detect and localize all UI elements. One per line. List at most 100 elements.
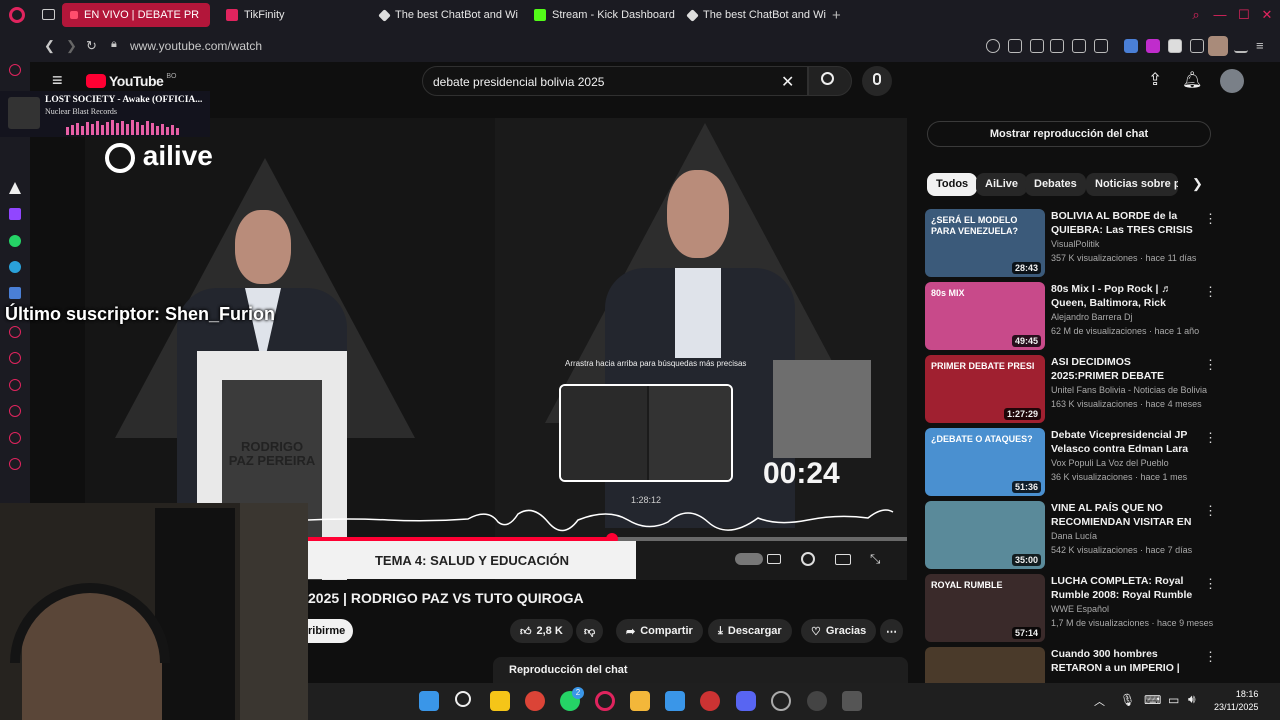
zoom-icon[interactable] [986,39,1000,53]
download-icon[interactable] [9,405,21,417]
tab-kick-dashboard[interactable]: Stream - Kick Dashboard [526,3,676,27]
chip-debates[interactable]: Debates [1025,173,1086,196]
recommendation-title[interactable]: BOLIVIA AL BORDE de la QUIEBRA: Las TRES… [1051,209,1197,237]
tab-youtube-live[interactable]: EN VIVO | DEBATE PR [62,3,210,27]
aria-icon[interactable] [9,182,21,194]
recommendation-title[interactable]: VINE AL PAÍS QUE NO RECOMIENDAN VISITAR … [1051,501,1197,529]
show-chat-replay-button[interactable]: Mostrar reproducción del chat [927,121,1211,147]
forward-icon[interactable]: ❯ [66,38,77,54]
search-icon[interactable] [455,691,471,707]
video-thumbnail[interactable]: 80s MIX 49:45 [925,282,1045,350]
channel-name[interactable]: Dana Lucía [1051,531,1097,541]
extension-icon[interactable] [1146,39,1160,53]
maximize-icon[interactable]: ☐ [1236,7,1252,23]
search-button[interactable] [808,66,852,96]
new-tab-button[interactable]: + [832,7,841,24]
back-icon[interactable]: ❮ [44,38,55,54]
extension-icon[interactable] [1124,39,1138,53]
app-icon[interactable] [771,691,791,711]
history-icon[interactable] [9,64,21,76]
more-options-icon[interactable]: ⋮ [1204,503,1217,519]
opera-icon[interactable] [595,691,615,711]
download-button[interactable]: ⤓ Descargar [708,619,792,643]
play-icon[interactable] [1072,39,1086,53]
more-options-icon[interactable]: ⋮ [1204,649,1217,665]
recommendation-item[interactable]: PRIMER DEBATE PRESI 1:27:29 ASI DECIDIMOS … [925,355,1217,423]
twitch-icon[interactable] [9,208,21,220]
extension-icon[interactable] [1168,39,1182,53]
recommendation-item[interactable]: 80s MIX 49:45 80s Mix I - Pop Rock | ♬ Que… [925,282,1217,350]
recommendation-title[interactable]: ASI DECIDIMOS 2025:PRIMER DEBATE PRESIDE… [1051,355,1197,383]
tab-tikfinity[interactable]: TikFinity [218,3,358,27]
network-icon[interactable]: ▭ [1168,693,1179,707]
whatsapp-icon[interactable] [9,235,21,247]
channel-name[interactable]: Unitel Fans Bolivia - Noticias de Bolivi… [1051,385,1207,395]
download-icon[interactable] [1234,39,1248,53]
upload-icon[interactable]: ⇪ [1148,70,1162,90]
account-avatar[interactable] [1220,69,1244,93]
minimize-icon[interactable]: — [1212,7,1228,23]
discord-icon[interactable] [736,691,756,711]
profile-avatar[interactable] [1208,36,1228,56]
more-options-icon[interactable]: ⋮ [1204,211,1217,227]
url-field[interactable]: www.youtube.com/watch [130,39,262,53]
hamburger-menu-icon[interactable]: ≡ [52,70,63,91]
settings-icon[interactable] [9,458,21,470]
extensions-icon[interactable] [1190,39,1204,53]
heart-icon[interactable] [1094,39,1108,53]
menu-icon[interactable]: ≡ [1256,38,1264,53]
video-thumbnail[interactable]: 35:00 [925,501,1045,569]
app-icon[interactable] [700,691,720,711]
recommendation-item[interactable]: ¿SERÁ EL MODELO PARA VENEZUELA? 28:43 BOLI… [925,209,1217,277]
adblock-icon[interactable] [1050,39,1064,53]
pinboard-icon[interactable] [9,352,21,364]
more-actions-button[interactable]: ⋯ [880,619,903,643]
video-thumbnail[interactable]: ¿DEBATE O ATAQUES? 51:36 [925,428,1045,496]
recommendation-item[interactable]: ROYAL RUMBLE 57:14 LUCHA COMPLETA: Royal R… [925,574,1217,642]
close-icon[interactable]: ✕ [1259,7,1275,23]
channel-name[interactable]: Vox Populi La Voz del Pueblo [1051,458,1169,468]
chip-noticias[interactable]: Noticias sobre po [1086,173,1178,196]
channel-name[interactable]: VisualPolitik [1051,239,1099,249]
snapshot-icon[interactable] [1030,39,1044,53]
recommendation-item[interactable]: ¿DEBATE O ATAQUES? 51:36 Debate Vicepresid… [925,428,1217,496]
share-button[interactable]: ➦ Compartir [616,619,703,643]
tab-workspace-icon[interactable] [42,9,55,20]
opera-logo-icon[interactable] [9,7,25,23]
pin-icon[interactable] [1008,39,1022,53]
recommendation-title[interactable]: 80s Mix I - Pop Rock | ♬ Queen, Baltimor… [1051,282,1197,310]
extensions-icon[interactable] [9,432,21,444]
app-icon[interactable] [842,691,862,711]
more-options-icon[interactable]: ⋮ [1204,357,1217,373]
like-button[interactable]: 👍︎ 2,8 K [510,619,573,643]
mic-tray-icon[interactable]: 🎙︎ [1120,693,1135,707]
more-options-icon[interactable]: ⋮ [1204,284,1217,300]
autoplay-toggle[interactable] [735,553,763,565]
player-icon[interactable] [9,326,21,338]
video-thumbnail[interactable]: ¿SERÁ EL MODELO PARA VENEZUELA? 28:43 [925,209,1045,277]
tab-chatbot-1[interactable]: The best ChatBot and Wi [372,3,518,27]
thanks-button[interactable]: ♡ Gracias [801,619,877,643]
obs-icon[interactable] [807,691,827,711]
youtube-logo[interactable]: YouTube BO [86,73,176,89]
reload-icon[interactable]: ↻ [86,38,97,54]
fullscreen-icon[interactable]: ⤡ [870,551,880,567]
file-explorer-icon[interactable] [630,691,650,711]
video-thumbnail[interactable]: PRIMER DEBATE PRESI 1:27:29 [925,355,1045,423]
voice-search-button[interactable] [862,66,892,96]
dislike-button[interactable]: 👎︎ [576,619,604,643]
chip-ailive[interactable]: AiLive [976,173,1028,196]
tray-chevron-icon[interactable]: ︿ [1094,693,1105,709]
recommendation-title[interactable]: Cuando 300 hombres RETARON a un IMPERIO … [1051,647,1197,675]
recommendation-item[interactable]: 35:00 VINE AL PAÍS QUE NO RECOMIENDAN VIS… [925,501,1217,569]
keyboard-icon[interactable]: ⌨ [1144,693,1161,707]
chevron-right-icon[interactable]: ❯ [1192,176,1203,192]
tab-chatbot-2[interactable]: The best ChatBot and Wi [680,3,826,27]
volume-icon[interactable]: 🔊︎ [1188,692,1196,707]
search-input[interactable]: debate presidencial bolivia 2025 ✕ [422,66,808,96]
chrome-icon[interactable] [525,691,545,711]
shortcut-icon[interactable] [9,287,21,299]
recommendation-item[interactable]: Cuando 300 hombres RETARON a un IMPERIO … [925,647,1217,715]
notes-icon[interactable] [490,691,510,711]
system-clock[interactable]: 18:16 23/11/2025 [1214,688,1258,714]
